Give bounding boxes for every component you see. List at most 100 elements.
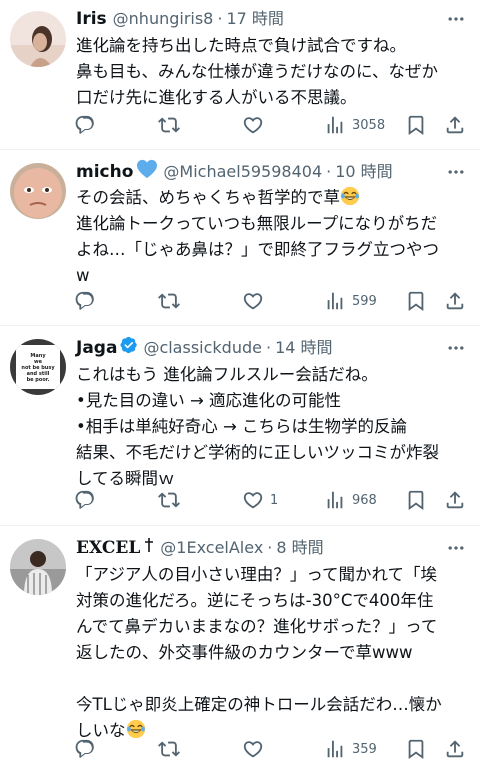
tweet-text-line: よね…「じゃあ鼻は？」で即終了フラグ立つやつ — [76, 240, 439, 259]
like-count: 1 — [270, 492, 279, 508]
separator: · — [326, 162, 332, 181]
blue-heart-emoji — [136, 159, 158, 186]
tweet-header: EXCEL @1ExcelAlex · 8 時間 — [76, 536, 440, 560]
views-button[interactable]: 3058 — [324, 113, 385, 137]
share-icon — [444, 290, 466, 312]
share-button[interactable] — [444, 488, 466, 512]
reply-button[interactable] — [74, 289, 96, 313]
bookmark-button[interactable] — [405, 737, 427, 761]
tweet-text: 「アジア人の目小さい理由？」って聞かれて「埃 対策の進化だろ。逆にそっちは-30… — [76, 562, 468, 744]
tweet-text-line: •相手は単純好奇心 → こちらは生物学的反論 — [76, 417, 408, 436]
more-icon[interactable] — [446, 338, 466, 358]
timestamp[interactable]: 8 時間 — [276, 536, 323, 560]
reply-button[interactable] — [74, 113, 96, 137]
verified-badge-icon — [120, 336, 138, 361]
like-button[interactable]: 1 — [242, 488, 278, 512]
like-button[interactable] — [242, 737, 270, 761]
tweet-header: Jaga @classickdude · 14 時間 — [76, 336, 440, 360]
tweet-text-line: 結果、不毛だけど学術的に正しいツッコミが炸裂 — [76, 443, 439, 462]
avatar-image — [10, 163, 66, 219]
tweet-text-line: その会話、めちゃくちゃ哲学的で草 — [76, 185, 468, 211]
heart-icon — [242, 489, 264, 511]
separator: · — [217, 9, 223, 28]
dagger-icon — [143, 536, 155, 560]
tweet-micho[interactable]: micho @Michael59598404 · 10 時間 その会話、めちゃく… — [0, 150, 480, 326]
views-icon — [324, 738, 346, 760]
views-button[interactable]: 599 — [324, 289, 377, 313]
share-icon — [444, 738, 466, 760]
avatar-image — [10, 539, 66, 595]
tweet-excel[interactable]: EXCEL @1ExcelAlex · 8 時間 「アジア人の目小さい理由？」っ… — [0, 526, 480, 770]
avatar[interactable] — [10, 11, 66, 67]
more-icon[interactable] — [446, 538, 466, 558]
tweet-text-line — [76, 666, 468, 692]
display-name[interactable]: micho — [76, 160, 133, 184]
bookmark-icon — [405, 489, 427, 511]
reply-button[interactable] — [74, 737, 96, 761]
display-name[interactable]: Jaga — [76, 336, 117, 360]
retweet-button[interactable] — [158, 488, 180, 512]
more-icon[interactable] — [446, 162, 466, 182]
heart-icon — [242, 290, 264, 312]
bookmark-icon — [405, 114, 427, 136]
timestamp[interactable]: 17 時間 — [226, 7, 283, 31]
retweet-icon — [158, 738, 180, 760]
reply-button[interactable] — [74, 488, 96, 512]
timestamp[interactable]: 14 時間 — [275, 336, 332, 360]
share-icon — [444, 489, 466, 511]
laughing-emoji — [126, 719, 146, 739]
timestamp[interactable]: 10 時間 — [335, 160, 392, 184]
tweet-text: 進化論を持ち出した時点で負け試合ですね。 鼻も目も、みんな仕様が違うだけなのに、… — [76, 33, 468, 111]
avatar[interactable] — [10, 163, 66, 219]
tweet-text-line: 口だけ先に進化する人がいる不思議。 — [76, 88, 357, 107]
views-button[interactable]: 359 — [324, 737, 377, 761]
tweet-header: Iris @nhungiris8 · 17 時間 — [76, 7, 440, 31]
bookmark-button[interactable] — [405, 488, 427, 512]
action-bar: 3058 — [74, 113, 466, 137]
display-name[interactable]: EXCEL — [76, 536, 140, 560]
retweet-button[interactable] — [158, 737, 180, 761]
like-button[interactable] — [242, 289, 270, 313]
retweet-button[interactable] — [158, 113, 180, 137]
avatar[interactable] — [10, 539, 66, 595]
heart-icon — [242, 114, 264, 136]
tweet-text-line: 進化論トークっていつも無限ループになりがちだ — [76, 214, 438, 233]
view-count: 3058 — [352, 117, 386, 133]
avatar-image — [10, 11, 66, 67]
tweet-iris[interactable]: Iris @nhungiris8 · 17 時間 進化論を持ち出した時点で負け試… — [0, 0, 480, 150]
bookmark-icon — [405, 290, 427, 312]
view-count: 968 — [352, 492, 377, 508]
bookmark-icon — [405, 738, 427, 760]
handle[interactable]: @Michael59598404 — [163, 160, 322, 184]
action-bar: 1 968 — [74, 488, 466, 512]
action-bar: 599 — [74, 289, 466, 313]
handle[interactable]: @1ExcelAlex — [160, 536, 263, 560]
tweet-text: これはもう 進化論フルスルー会話だね。 •見た目の違い → 適応進化の可能性 •… — [76, 362, 468, 492]
tweet-text-line: •見た目の違い → 適応進化の可能性 — [76, 391, 342, 410]
tweet-text-line: w — [76, 266, 90, 285]
view-count: 599 — [352, 293, 377, 309]
retweet-icon — [158, 290, 180, 312]
share-button[interactable] — [444, 289, 466, 313]
tweet-text-line: 進化論を持ち出した時点で負け試合ですね。 — [76, 36, 406, 55]
avatar[interactable]: Many we not be busy and still be poor. — [10, 339, 66, 395]
share-button[interactable] — [444, 737, 466, 761]
handle[interactable]: @nhungiris8 — [113, 7, 214, 31]
reply-icon — [74, 489, 96, 511]
retweet-button[interactable] — [158, 289, 180, 313]
heart-icon — [242, 738, 264, 760]
more-icon[interactable] — [446, 9, 466, 29]
share-icon — [444, 114, 466, 136]
like-button[interactable] — [242, 113, 270, 137]
action-bar: 359 — [74, 737, 466, 761]
tweet-text-segment: その会話、めちゃくちゃ哲学的で草 — [76, 188, 340, 207]
tweet-jaga[interactable]: Many we not be busy and still be poor. J… — [0, 326, 480, 526]
views-button[interactable]: 968 — [324, 488, 377, 512]
bookmark-button[interactable] — [405, 289, 427, 313]
separator: · — [265, 338, 272, 357]
display-name[interactable]: Iris — [76, 7, 107, 31]
bookmark-button[interactable] — [405, 113, 427, 137]
share-button[interactable] — [444, 113, 466, 137]
handle[interactable]: @classickdude — [143, 336, 262, 360]
tweet-text-line: 対策の進化だろ。逆にそっちは-30°Cで400年住 — [76, 591, 434, 610]
